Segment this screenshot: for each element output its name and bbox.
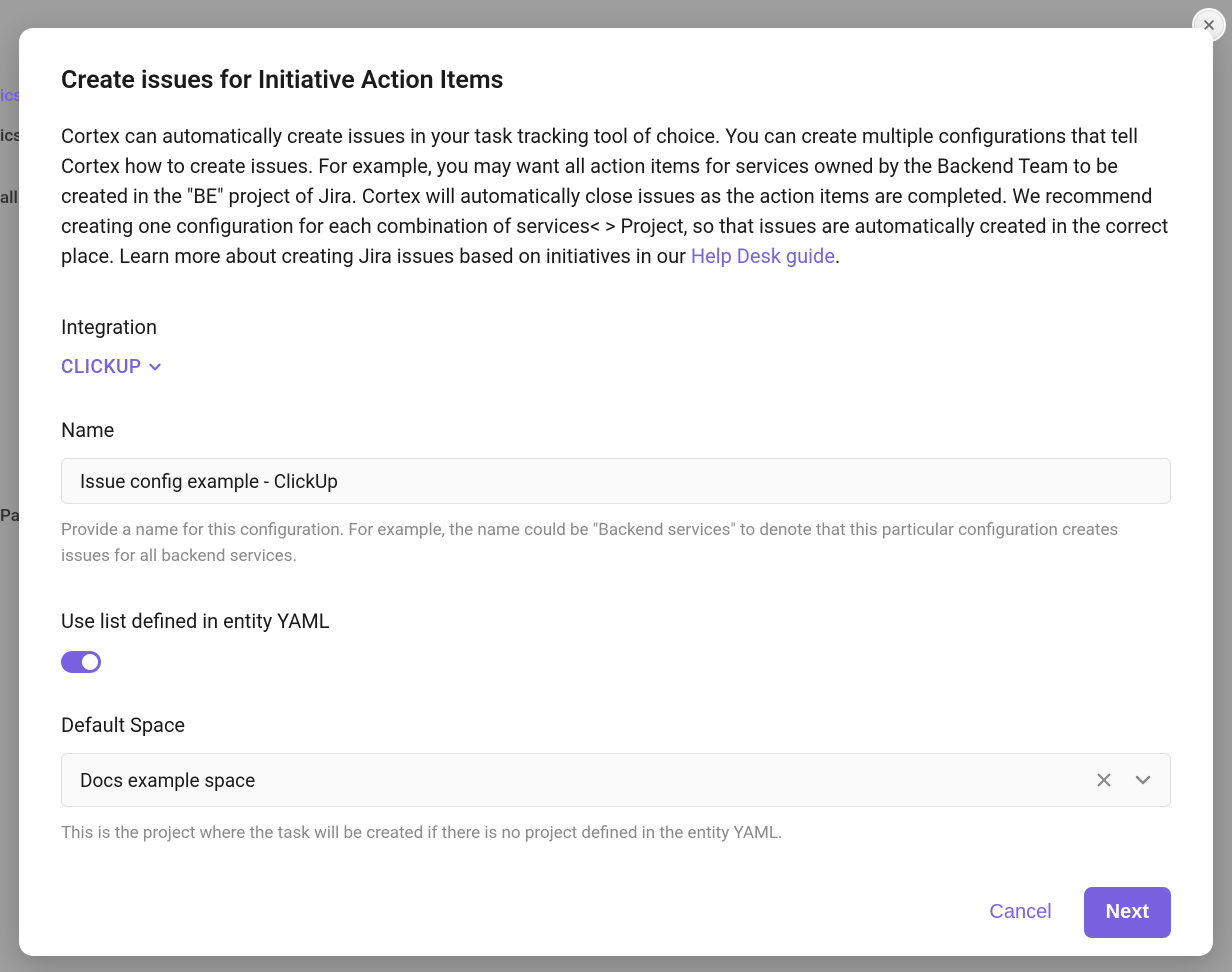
name-input[interactable] (61, 458, 1171, 504)
modal-description: Cortex can automatically create issues i… (61, 121, 1171, 271)
dropdown-toggle[interactable] (1134, 771, 1152, 789)
integration-label: Integration (61, 315, 1171, 339)
cancel-button[interactable]: Cancel (985, 891, 1055, 934)
default-space-value: Docs example space (80, 769, 1096, 792)
integration-select[interactable]: CLICKUP (61, 355, 162, 378)
yaml-toggle[interactable] (61, 651, 101, 673)
yaml-toggle-label: Use list defined in entity YAML (61, 609, 1171, 633)
modal-overlay: Create issues for Initiative Action Item… (0, 0, 1232, 972)
toggle-knob (82, 654, 98, 670)
clear-selection-button[interactable] (1096, 772, 1112, 788)
next-button[interactable]: Next (1084, 887, 1171, 938)
name-label: Name (61, 418, 1171, 442)
chevron-down-icon (1134, 771, 1152, 789)
modal-description-end: . (835, 244, 840, 268)
help-desk-link[interactable]: Help Desk guide (691, 244, 835, 268)
default-space-label: Default Space (61, 713, 1171, 737)
create-issues-modal: Create issues for Initiative Action Item… (19, 28, 1213, 956)
chevron-down-icon (148, 360, 162, 374)
integration-value: CLICKUP (61, 355, 142, 378)
default-space-helper-text: This is the project where the task will … (61, 821, 1171, 847)
modal-title: Create issues for Initiative Action Item… (61, 66, 1171, 95)
modal-description-text: Cortex can automatically create issues i… (61, 124, 1168, 268)
default-space-select[interactable]: Docs example space (61, 753, 1171, 807)
modal-footer: Cancel Next (61, 887, 1171, 938)
name-helper-text: Provide a name for this configuration. F… (61, 518, 1171, 569)
close-icon (1096, 772, 1112, 788)
